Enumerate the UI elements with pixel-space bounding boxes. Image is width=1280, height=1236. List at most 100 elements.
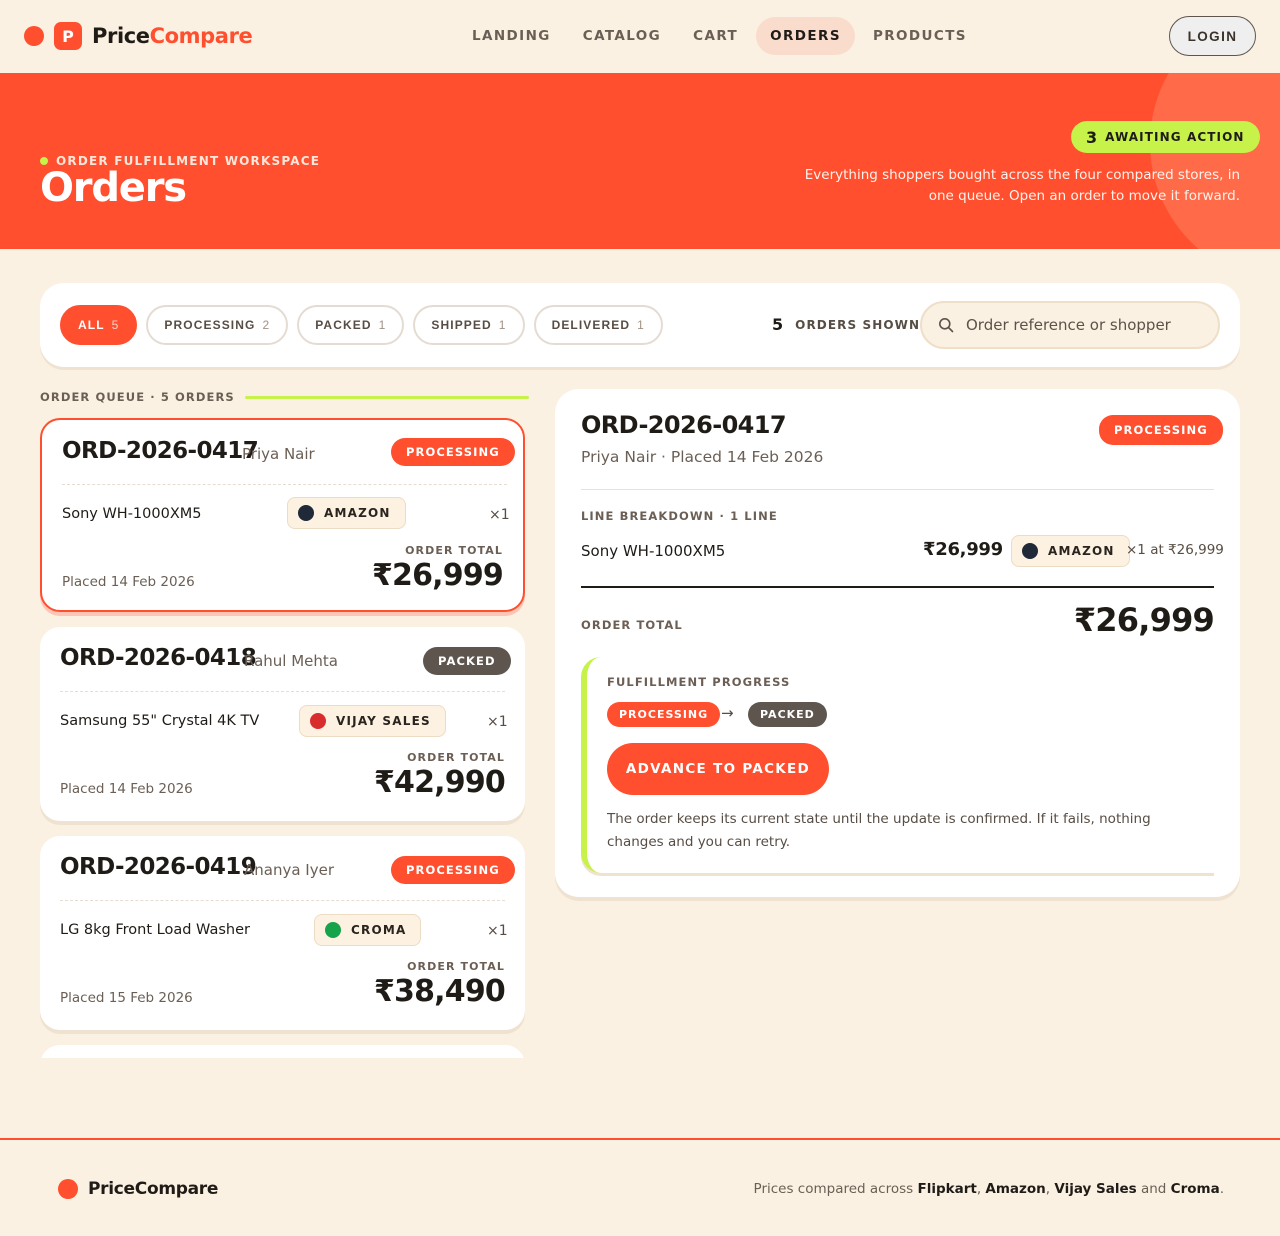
chip-label: DELIVERED <box>551 318 631 332</box>
store-name: VIJAY SALES <box>336 714 431 728</box>
hero-description: Everything shoppers bought across the fo… <box>804 167 1240 204</box>
status-badge: PACKED <box>423 647 511 675</box>
progress-to-state: PACKED <box>748 702 827 727</box>
detail-status-badge: PROCESSING <box>1099 415 1223 445</box>
store-tag: CROMA <box>314 914 422 946</box>
top-nav: P PriceCompare LANDING CATALOG CART ORDE… <box>0 0 1280 72</box>
chip-count: 1 <box>637 318 645 332</box>
search-icon <box>939 318 954 333</box>
hero-decor-circle <box>1150 73 1280 249</box>
progress-label: FULFILLMENT PROGRESS <box>607 675 791 689</box>
search-input[interactable] <box>966 316 1186 334</box>
search-box[interactable] <box>920 301 1220 349</box>
filter-bar: ALL 5 PROCESSING 2 PACKED 1 SHIPPED 1 DELIVE… <box>40 283 1240 367</box>
order-product: Sony WH-1000XM5 <box>62 506 202 522</box>
order-total: ₹42,990 <box>373 765 506 800</box>
order-qty: ×1 <box>489 507 510 523</box>
footer-brand-name: PriceCompare <box>88 1179 219 1199</box>
order-card[interactable]: ORD-2026-0418 Rahul Mehta PACKED Samsung… <box>40 627 525 821</box>
footer-brand-dot-icon <box>58 1179 78 1199</box>
detail-subtitle: Priya Nair · Placed 14 Feb 2026 <box>581 448 824 466</box>
order-shopper: Rahul Mehta <box>244 652 338 670</box>
filter-chip-shipped[interactable]: SHIPPED 1 <box>413 305 525 345</box>
order-id: ORD-2026-0419 <box>60 854 257 880</box>
page-title: Orders <box>40 165 187 211</box>
line-breakdown-label: LINE BREAKDOWN · 1 LINE <box>581 509 778 523</box>
nav-link-cart[interactable]: CART <box>679 17 752 55</box>
queue-heading-text: ORDER QUEUE · 5 ORDERS <box>40 390 235 404</box>
order-product: Samsung 55" Crystal 4K TV <box>60 713 260 729</box>
awaiting-action-badge: 3 AWAITING ACTION <box>1071 121 1260 153</box>
filter-chip-delivered[interactable]: DELIVERED 1 <box>533 305 663 345</box>
footer-brand[interactable]: PriceCompare <box>58 1179 218 1199</box>
eyebrow-dot-icon <box>40 157 48 165</box>
brand-logo-icon: P <box>54 22 82 50</box>
fulfillment-progress: FULFILLMENT PROGRESS PROCESSING → PACKED… <box>581 657 1214 873</box>
order-date: Placed 14 Feb 2026 <box>60 781 193 797</box>
order-card-selected[interactable]: ORD-2026-0417 Priya Nair PROCESSING Sony… <box>40 418 525 612</box>
order-product: LG 8kg Front Load Washer <box>60 922 250 938</box>
footer-stores-text: Prices compared across Flipkart, Amazon,… <box>754 1181 1224 1197</box>
store-name: CROMA <box>351 923 407 937</box>
brand-dot-icon <box>24 26 44 46</box>
brand[interactable]: P PriceCompare <box>24 22 253 50</box>
footer-store-vijay-sales: Vijay Sales <box>1054 1181 1137 1197</box>
awaiting-count: 3 <box>1086 127 1098 147</box>
brand-name-part-1: Price <box>92 24 150 48</box>
order-shopper: Priya Nair <box>242 445 315 463</box>
chip-label: ALL <box>78 318 105 332</box>
order-total: ₹26,999 <box>371 558 504 593</box>
filter-chip-processing[interactable]: PROCESSING 2 <box>146 305 289 345</box>
progress-from-state: PROCESSING <box>607 702 721 727</box>
nav-link-landing[interactable]: LANDING <box>458 17 565 55</box>
store-tag: VIJAY SALES <box>299 705 446 737</box>
order-qty: ×1 <box>487 923 508 939</box>
chip-label: PROCESSING <box>164 318 256 332</box>
store-dot-icon <box>298 505 314 521</box>
chip-count: 5 <box>111 318 120 332</box>
orders-shown-number: 5 <box>772 315 784 334</box>
brand-name: PriceCompare <box>92 24 253 48</box>
order-total-label: ORDER TOTAL <box>407 751 505 764</box>
store-dot-icon <box>310 713 326 729</box>
footer-text-prefix: Prices compared across <box>753 1181 918 1197</box>
footer-store-croma: Croma <box>1170 1181 1220 1197</box>
detail-total: ₹26,999 <box>1073 601 1215 639</box>
status-badge: PROCESSING <box>391 856 515 884</box>
line-price: ₹26,999 <box>923 539 1003 560</box>
order-queue-list: ORD-2026-0417 Priya Nair PROCESSING Sony… <box>36 414 532 1058</box>
nav-link-catalog[interactable]: CATALOG <box>569 17 675 55</box>
nav-link-products[interactable]: PRODUCTS <box>859 17 981 55</box>
orders-shown-label: ORDERS SHOWN <box>795 317 921 332</box>
detail-total-rule <box>581 586 1214 588</box>
progress-arrow-icon: → <box>721 704 734 722</box>
footer-store-amazon: Amazon <box>985 1181 1046 1197</box>
chip-count: 2 <box>262 318 271 332</box>
nav-links: LANDING CATALOG CART ORDERS PRODUCTS <box>458 17 985 55</box>
chip-label: PACKED <box>315 318 372 332</box>
store-dot-icon <box>325 922 341 938</box>
chip-count: 1 <box>498 318 507 332</box>
chip-count: 1 <box>378 318 387 332</box>
hero-banner: ORDER FULFILLMENT WORKSPACE Orders 3 AWA… <box>0 73 1280 249</box>
progress-note: The order keeps its current state until … <box>607 811 1151 850</box>
order-card-partial[interactable] <box>40 1045 525 1058</box>
advance-to-packed-button[interactable]: ADVANCE TO PACKED <box>607 743 829 795</box>
detail-divider <box>581 489 1214 490</box>
queue-heading-rule <box>244 395 529 399</box>
card-divider <box>60 691 505 692</box>
order-id: ORD-2026-0417 <box>62 438 259 464</box>
filter-chip-all[interactable]: ALL 5 <box>60 305 138 345</box>
nav-link-orders[interactable]: ORDERS <box>756 17 855 55</box>
footer: PriceCompare Prices compared across Flip… <box>0 1138 1280 1236</box>
queue-heading: ORDER QUEUE · 5 ORDERS <box>40 390 529 404</box>
line-product: Sony WH-1000XM5 <box>581 542 726 560</box>
card-divider <box>60 900 505 901</box>
order-card[interactable]: ORD-2026-0419 Ananya Iyer PROCESSING LG … <box>40 836 525 1030</box>
login-button[interactable]: LOGIN <box>1169 16 1256 56</box>
status-badge: PROCESSING <box>391 438 515 466</box>
order-total: ₹38,490 <box>373 974 506 1009</box>
status-filter-chips: ALL 5 PROCESSING 2 PACKED 1 SHIPPED 1 DELIVE… <box>60 305 672 345</box>
order-date: Placed 15 Feb 2026 <box>60 990 193 1006</box>
filter-chip-packed[interactable]: PACKED 1 <box>297 305 405 345</box>
